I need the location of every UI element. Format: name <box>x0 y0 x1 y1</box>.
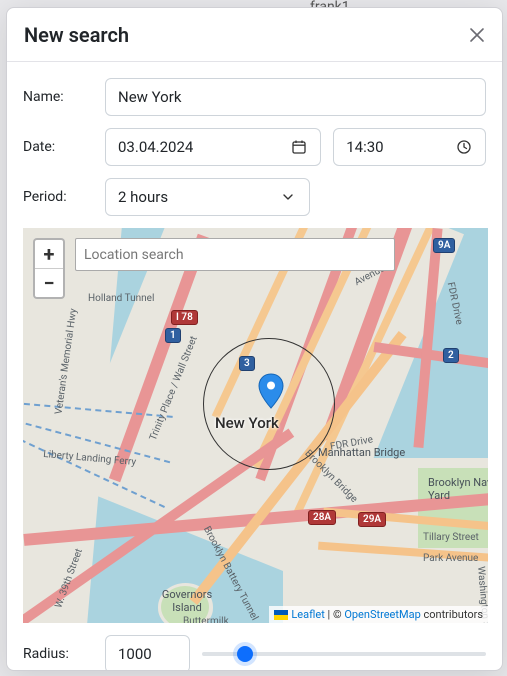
map-label: Tillary Street <box>423 532 479 543</box>
map-label: FDR Drive <box>445 281 465 326</box>
new-search-modal: New search Name: New York Date: 03.04.20… <box>6 7 503 671</box>
osm-link[interactable]: OpenStreetMap <box>344 608 420 621</box>
leaflet-link[interactable]: Leaflet <box>291 608 324 621</box>
map-label: Holland Tunnel <box>88 293 154 304</box>
radius-input[interactable]: 1000 <box>105 635 190 670</box>
map-label: Park Avenue <box>423 553 478 564</box>
flag-icon <box>274 610 288 620</box>
zoom-control: + − <box>33 238 65 299</box>
map-shield: I 78 <box>171 310 198 325</box>
period-select[interactable]: 2 hours <box>105 178 310 216</box>
map-attribution: Leaflet | © OpenStreetMap contributors <box>269 606 488 623</box>
name-row: Name: New York <box>23 78 486 116</box>
modal-title: New search <box>24 23 129 47</box>
map-shield: 28A <box>308 510 336 525</box>
time-value: 14:30 <box>346 138 383 156</box>
name-input[interactable]: New York <box>105 78 486 116</box>
zoom-out-button[interactable]: − <box>35 269 63 297</box>
name-label: Name: <box>23 89 93 105</box>
radius-label: Radius: <box>23 646 93 662</box>
date-row: Date: 03.04.2024 14:30 <box>23 128 486 166</box>
time-input[interactable]: 14:30 <box>333 128 486 166</box>
clock-icon <box>455 138 473 156</box>
period-value: 2 hours <box>118 188 168 206</box>
date-value: 03.04.2024 <box>118 138 193 156</box>
date-input[interactable]: 03.04.2024 <box>105 128 321 166</box>
map-shield: 3 <box>239 356 255 371</box>
period-label: Period: <box>23 189 93 205</box>
zoom-in-button[interactable]: + <box>35 240 63 269</box>
attribution-tail: contributors <box>421 608 483 621</box>
modal-body: Name: New York Date: 03.04.2024 14:30 <box>7 62 502 670</box>
map-shield: 29A <box>358 512 386 527</box>
calendar-icon <box>290 138 308 156</box>
map-label: Brooklyn Navy Yard <box>428 476 488 502</box>
map-search-placeholder: Location search <box>84 247 184 263</box>
period-row: Period: 2 hours <box>23 178 486 216</box>
close-icon <box>469 27 485 43</box>
close-button[interactable] <box>467 25 487 45</box>
map-shield: 9A <box>433 238 455 253</box>
attribution-sep: | © <box>325 608 345 621</box>
radius-row: Radius: 1000 <box>23 635 486 670</box>
map-label: Buttermilk <box>183 616 229 623</box>
radius-value: 1000 <box>118 645 152 663</box>
radius-slider[interactable] <box>202 652 486 656</box>
map-shield: 2 <box>443 348 459 363</box>
map-shield: 1 <box>165 328 181 343</box>
map-city-label: New York <box>215 414 279 432</box>
date-label: Date: <box>23 139 93 155</box>
map-search-input[interactable]: Location search <box>75 238 395 271</box>
map-label: Governors Island <box>153 588 221 614</box>
modal-header: New search <box>7 8 502 62</box>
location-map[interactable]: I 78 9A 2 1 3 28A 29A Holland Tunnel Man… <box>23 228 488 623</box>
name-value: New York <box>118 88 181 106</box>
chevron-down-icon <box>279 188 297 206</box>
slider-thumb[interactable] <box>237 646 253 662</box>
